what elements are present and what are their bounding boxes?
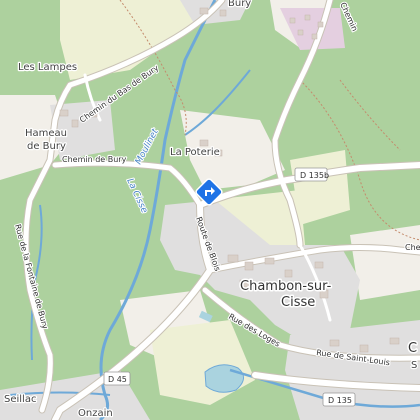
- road-label-chem-east: Chem: [405, 243, 420, 252]
- pond: [204, 364, 244, 393]
- map-svg: Bury Les Lampes Hameau de Bury La Poteri…: [0, 0, 420, 420]
- place-label-seillac: Seillac: [4, 394, 36, 405]
- place-label-edge-s: S: [411, 360, 417, 371]
- map-canvas[interactable]: Bury Les Lampes Hameau de Bury La Poteri…: [0, 0, 420, 420]
- road-shield-d135b: D 135b: [294, 167, 329, 182]
- svg-text:D 135: D 135: [328, 396, 352, 405]
- place-label-les-lampes: Les Lampes: [18, 62, 77, 73]
- place-label-la-poterie: La Poterie: [170, 147, 220, 158]
- svg-text:D 45: D 45: [108, 375, 127, 384]
- road-shield-d135: D 135: [322, 392, 356, 407]
- place-label-chambon-line2: Cisse: [281, 295, 315, 310]
- svg-text:D 135b: D 135b: [300, 171, 329, 180]
- place-label-hameau-line1: Hameau: [25, 128, 67, 139]
- road-shield-d45: D 45: [103, 371, 131, 386]
- place-label-bury: Bury: [228, 0, 251, 9]
- place-label-chambon-line1: Chambon-sur-: [240, 279, 332, 294]
- place-label-edge-c: C: [408, 341, 417, 356]
- open-land-southeast: [350, 225, 420, 300]
- place-label-hameau-line2: de Bury: [27, 141, 66, 152]
- place-label-onzain: Onzain: [78, 408, 113, 419]
- road-label-chemin-de-bury: Chemin de Bury: [62, 155, 127, 164]
